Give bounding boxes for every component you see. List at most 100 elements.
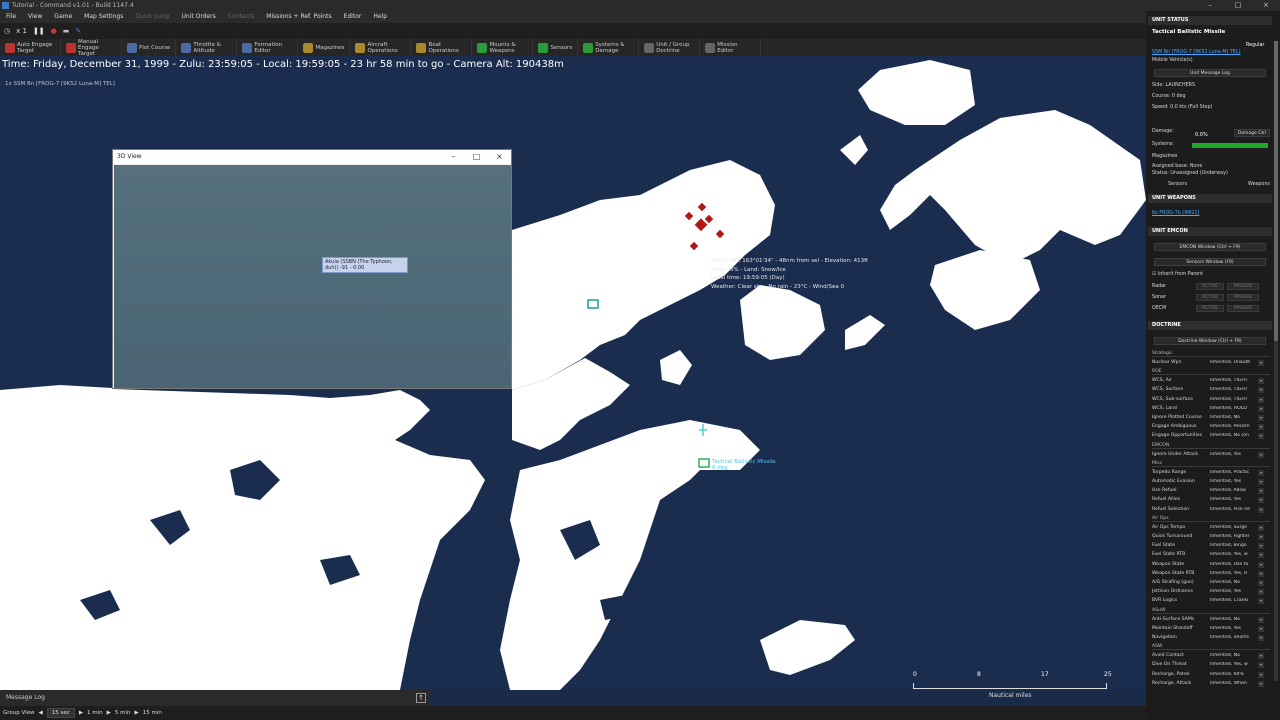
chevron-down-icon[interactable]: ▾ [1258, 580, 1264, 586]
menu-map-settings[interactable]: Map Settings [78, 11, 129, 23]
step-back-icon[interactable]: ◀ [39, 710, 43, 716]
sensors-button[interactable]: Sensors [1168, 182, 1187, 187]
menu-file[interactable]: File [0, 11, 22, 23]
unit-status-header[interactable]: UNIT STATUS [1148, 16, 1272, 25]
chevron-down-icon[interactable]: ▾ [1258, 589, 1264, 596]
sonar-active-button[interactable]: ACTIVE [1196, 294, 1224, 301]
3d-viewport[interactable]: Akula (SSBN (The Typhoon, duh)) -91 - 0.… [114, 165, 511, 388]
sensors-window-button[interactable]: Sensors Window (F9) [1154, 258, 1266, 266]
chevron-down-icon[interactable]: ▾ [1258, 424, 1264, 431]
toolbar-button-11[interactable]: Unit / Group Doctrine [639, 39, 701, 56]
chevron-down-icon[interactable]: ▾ [1258, 570, 1264, 577]
inherit-from-parent-checkbox[interactable]: ☑ Inherit from Parent [1152, 272, 1203, 277]
step-5min[interactable]: 5 min [115, 710, 131, 716]
menu-editor[interactable]: Editor [338, 11, 368, 23]
unit-message-log-button[interactable]: Unit Message Log [1154, 69, 1266, 77]
chevron-down-icon[interactable]: ▾ [1258, 360, 1264, 366]
3d-unit-tag[interactable]: Akula (SSBN (The Typhoon, duh)) -91 - 0.… [322, 257, 408, 273]
record-icon[interactable]: ● [51, 27, 57, 35]
toolbar-button-8[interactable]: Mounts & Weapons [472, 39, 534, 56]
oecm-active-button[interactable]: ACTIVE [1196, 305, 1224, 312]
step-play-icon[interactable]: ▶ [107, 710, 111, 716]
chevron-down-icon[interactable]: ▾ [1258, 387, 1264, 394]
weapon-link[interactable]: 6x FROG-7b [9M21] [1152, 211, 1199, 216]
chevron-down-icon[interactable]: ▾ [1258, 653, 1264, 660]
chevron-down-icon[interactable]: ▾ [1258, 616, 1264, 623]
menu-missions[interactable]: Missions + Ref. Points [260, 11, 337, 23]
minimize-button[interactable]: – [1196, 0, 1224, 11]
close-button[interactable]: × [1252, 0, 1280, 11]
chevron-down-icon[interactable]: ▾ [1258, 488, 1264, 495]
chevron-down-icon[interactable]: ▾ [1258, 451, 1264, 458]
chevron-down-icon[interactable]: ▾ [1258, 479, 1264, 485]
chevron-down-icon[interactable]: ▾ [1258, 635, 1264, 641]
toolbar-button-2[interactable]: Plot Course [122, 39, 177, 56]
menu-help[interactable]: Help [367, 11, 393, 23]
chevron-down-icon[interactable]: ▾ [1258, 506, 1264, 513]
chevron-down-icon[interactable]: ▾ [1258, 543, 1264, 550]
step-play-icon[interactable]: ▶ [79, 710, 83, 716]
unit-weapons-header[interactable]: UNIT WEAPONS [1148, 194, 1272, 203]
3d-view-titlebar[interactable]: 3D View – □ × [113, 150, 511, 164]
chevron-down-icon[interactable]: ▾ [1258, 625, 1264, 632]
doctrine-window-button[interactable]: Doctrine Window (Ctrl + F9) [1154, 337, 1266, 345]
chevron-down-icon[interactable]: ▾ [1258, 415, 1264, 421]
unit-emcon-header[interactable]: UNIT EMCON [1148, 227, 1272, 236]
step-1min[interactable]: 1 min [87, 710, 103, 716]
toolbar-button-10[interactable]: Systems & Damage [578, 39, 640, 56]
panel-scrollbar[interactable] [1274, 41, 1278, 681]
camera-icon[interactable]: ▬ [63, 27, 70, 35]
radar-active-button[interactable]: ACTIVE [1196, 283, 1224, 290]
chevron-down-icon[interactable]: ▾ [1258, 524, 1264, 531]
pin-icon[interactable]: ✎ [75, 27, 81, 35]
oecm-passive-button[interactable]: PASSIVE [1227, 305, 1259, 312]
toolbar-button-1[interactable]: Manual Engage Target [61, 39, 122, 57]
unit-class-link[interactable]: SSM Bn [FROG-7 [9K52 Luna-M] TEL] [1152, 50, 1240, 55]
expand-log-icon[interactable]: ↑ [416, 693, 426, 703]
menu-contacts[interactable]: Contacts [222, 11, 260, 23]
step-15sec[interactable]: 15 sec [46, 708, 75, 718]
toolbar-button-0[interactable]: Auto Engage Target [0, 39, 61, 56]
toolbar-button-4[interactable]: Formation Editor [237, 39, 299, 56]
toolbar-button-7[interactable]: Boat Operations [411, 39, 473, 56]
menu-quick-jump[interactable]: Quick Jump [129, 11, 175, 23]
toolbar-button-9[interactable]: Sensors [533, 39, 579, 56]
doctrine-header[interactable]: DOCTRINE [1148, 321, 1272, 330]
chevron-down-icon[interactable]: ▾ [1258, 405, 1264, 412]
chevron-down-icon[interactable]: ▾ [1258, 469, 1264, 476]
chevron-down-icon[interactable]: ▾ [1258, 671, 1264, 678]
damage-control-button[interactable]: Damage Ctrl [1234, 129, 1270, 137]
3d-maximize-button[interactable]: □ [465, 150, 488, 164]
toolbar-button-5[interactable]: Magazines [298, 39, 351, 56]
chevron-down-icon[interactable]: ▾ [1258, 433, 1264, 440]
3d-close-button[interactable]: × [488, 150, 511, 164]
menu-view[interactable]: View [22, 11, 48, 23]
pause-icon[interactable]: ❚❚ [33, 27, 45, 35]
map-unit-label[interactable]: Tactical Ballistic Missile 0 deg [712, 459, 776, 471]
chevron-down-icon[interactable]: ▾ [1258, 534, 1264, 540]
emcon-window-button[interactable]: EMCON Window (Ctrl + F9) [1154, 243, 1266, 251]
chevron-down-icon[interactable]: ▾ [1258, 396, 1264, 403]
menu-game[interactable]: Game [48, 11, 78, 23]
chevron-down-icon[interactable]: ▾ [1258, 561, 1264, 568]
chevron-down-icon[interactable]: ▾ [1258, 662, 1264, 669]
chevron-down-icon[interactable]: ▾ [1258, 497, 1264, 504]
3d-minimize-button[interactable]: – [442, 150, 465, 164]
sonar-passive-button[interactable]: PASSIVE [1227, 294, 1259, 301]
weapons-button[interactable]: Weapons [1248, 182, 1270, 187]
toolbar-button-6[interactable]: Aircraft Operations [350, 39, 412, 56]
chevron-down-icon[interactable]: ▾ [1258, 552, 1264, 559]
chevron-down-icon[interactable]: ▾ [1258, 680, 1264, 687]
3d-view-window[interactable]: 3D View – □ × Akula (SSBN (The Typhoon, … [112, 149, 512, 389]
toolbar-button-3[interactable]: Throttle & Altitude [176, 39, 238, 56]
speed-label[interactable]: x 1 [16, 27, 27, 35]
radar-passive-button[interactable]: PASSIVE [1227, 283, 1259, 290]
step-15min[interactable]: 15 min [143, 710, 162, 716]
magazines-label[interactable]: Magazines [1152, 154, 1177, 159]
menu-unit-orders[interactable]: Unit Orders [175, 11, 221, 23]
chevron-down-icon[interactable]: ▾ [1258, 598, 1264, 605]
clock-icon[interactable]: ◷ [4, 27, 10, 35]
toolbar-button-12[interactable]: Mission Editor [700, 39, 762, 56]
step-play-icon[interactable]: ▶ [135, 710, 139, 716]
group-view-toggle[interactable]: Group View [3, 710, 35, 716]
